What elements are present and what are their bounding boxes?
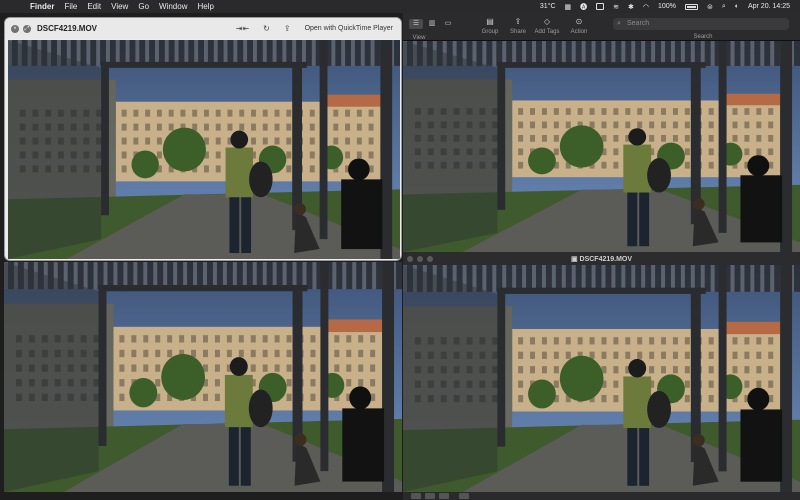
menu-view[interactable]: View: [111, 2, 128, 11]
trim-icon[interactable]: ⇥⇤: [236, 24, 249, 33]
video-frame-top-right-image: [403, 41, 800, 252]
video-frame-bottom-right: [403, 265, 800, 492]
battery-icon[interactable]: [684, 3, 698, 10]
user-icon[interactable]: ◐: [735, 3, 739, 10]
quicklook-video-frame-image: [8, 40, 400, 259]
search-icon: ⌕: [617, 20, 621, 27]
quicklook-titlebar[interactable]: × ⤢ DSCF4219.MOV ⇥⇤ ↻ ⇪ Open with QuickT…: [5, 18, 401, 39]
action-button[interactable]: ⊙ Action: [567, 16, 591, 35]
video-frame-top-right: [403, 41, 800, 252]
quicklook-window[interactable]: × ⤢ DSCF4219.MOV ⇥⇤ ↻ ⇪ Open with QuickT…: [4, 17, 402, 261]
share-button[interactable]: ⇪ Share: [507, 16, 529, 35]
menu-app-name[interactable]: Finder: [30, 2, 54, 11]
quicklook-video-frame[interactable]: [8, 40, 400, 259]
battery-percent: 100%: [658, 3, 676, 10]
search-placeholder: Search: [627, 20, 650, 27]
list-view-icon[interactable]: ☰: [409, 19, 423, 29]
group-icon: ▤: [486, 17, 494, 26]
tag-icon: ◇: [543, 17, 551, 26]
video-window-title-text: DSCF4219.MOV: [579, 255, 633, 263]
video-window-titlebar[interactable]: ▣ DSCF4219.MOV: [403, 252, 800, 265]
action-label: Action: [570, 29, 588, 35]
rewind-button[interactable]: [411, 493, 421, 499]
add-tags-button[interactable]: ◇ Add Tags: [532, 16, 562, 35]
search-spotlight-icon[interactable]: ⌕: [722, 3, 726, 11]
search-input[interactable]: ⌕ Search: [613, 18, 789, 30]
volume-button[interactable]: [459, 493, 469, 499]
status-stack-icon[interactable]: ≋: [613, 3, 619, 11]
wifi-icon[interactable]: ◠: [643, 3, 649, 11]
video-window-title: ▣ DSCF4219.MOV: [403, 255, 800, 263]
share-icon: ⇪: [514, 17, 522, 26]
status-a-icon[interactable]: 🅐: [580, 2, 587, 12]
status-box-icon[interactable]: [596, 3, 605, 10]
quicklook-filename: DSCF4219.MOV: [37, 24, 98, 33]
control-center-icon[interactable]: ⊜: [707, 3, 713, 11]
video-frame-bottom-left-image: [4, 262, 402, 492]
video-controls: [403, 492, 800, 500]
finder-toolbar: ☰ ▥ ▭ View ▤ Group ⇪ Share ◇ Add Tags ⊙ …: [403, 13, 800, 41]
group-label: Group: [481, 29, 499, 35]
video-frame-bottom-right-image: [403, 265, 800, 492]
open-with-quicktime-button[interactable]: Open with QuickTime Player: [305, 25, 393, 32]
group-button[interactable]: ▤ Group: [479, 16, 501, 35]
menu-help[interactable]: Help: [197, 2, 213, 11]
close-icon[interactable]: ×: [11, 24, 19, 33]
menu-file[interactable]: File: [64, 2, 77, 11]
status-grid-icon[interactable]: ▦: [565, 3, 572, 11]
menu-bar: Finder File Edit View Go Window Help 31°…: [0, 0, 800, 13]
temperature-text: 31°C: [539, 3, 556, 10]
menu-window[interactable]: Window: [159, 2, 187, 11]
forward-button[interactable]: [439, 493, 449, 499]
search-label: Search: [693, 34, 713, 40]
date-time[interactable]: Apr 20. 14:25: [748, 3, 790, 10]
gallery-view-icon[interactable]: ▭: [441, 19, 455, 29]
video-frame-bottom-left: [4, 262, 402, 492]
share-label: Share: [509, 29, 526, 35]
column-view-icon[interactable]: ▥: [425, 19, 439, 29]
action-ellipsis-icon: ⊙: [575, 17, 583, 26]
menu-edit[interactable]: Edit: [87, 2, 101, 11]
share-icon[interactable]: ⇪: [284, 24, 291, 33]
fullscreen-icon[interactable]: ⤢: [23, 24, 31, 33]
menu-go[interactable]: Go: [138, 2, 149, 11]
rotate-icon[interactable]: ↻: [263, 24, 270, 33]
movie-file-icon: ▣: [570, 255, 580, 263]
play-button[interactable]: [425, 493, 435, 499]
bluetooth-icon[interactable]: ✱: [628, 3, 634, 11]
add-tags-label: Add Tags: [534, 29, 560, 35]
